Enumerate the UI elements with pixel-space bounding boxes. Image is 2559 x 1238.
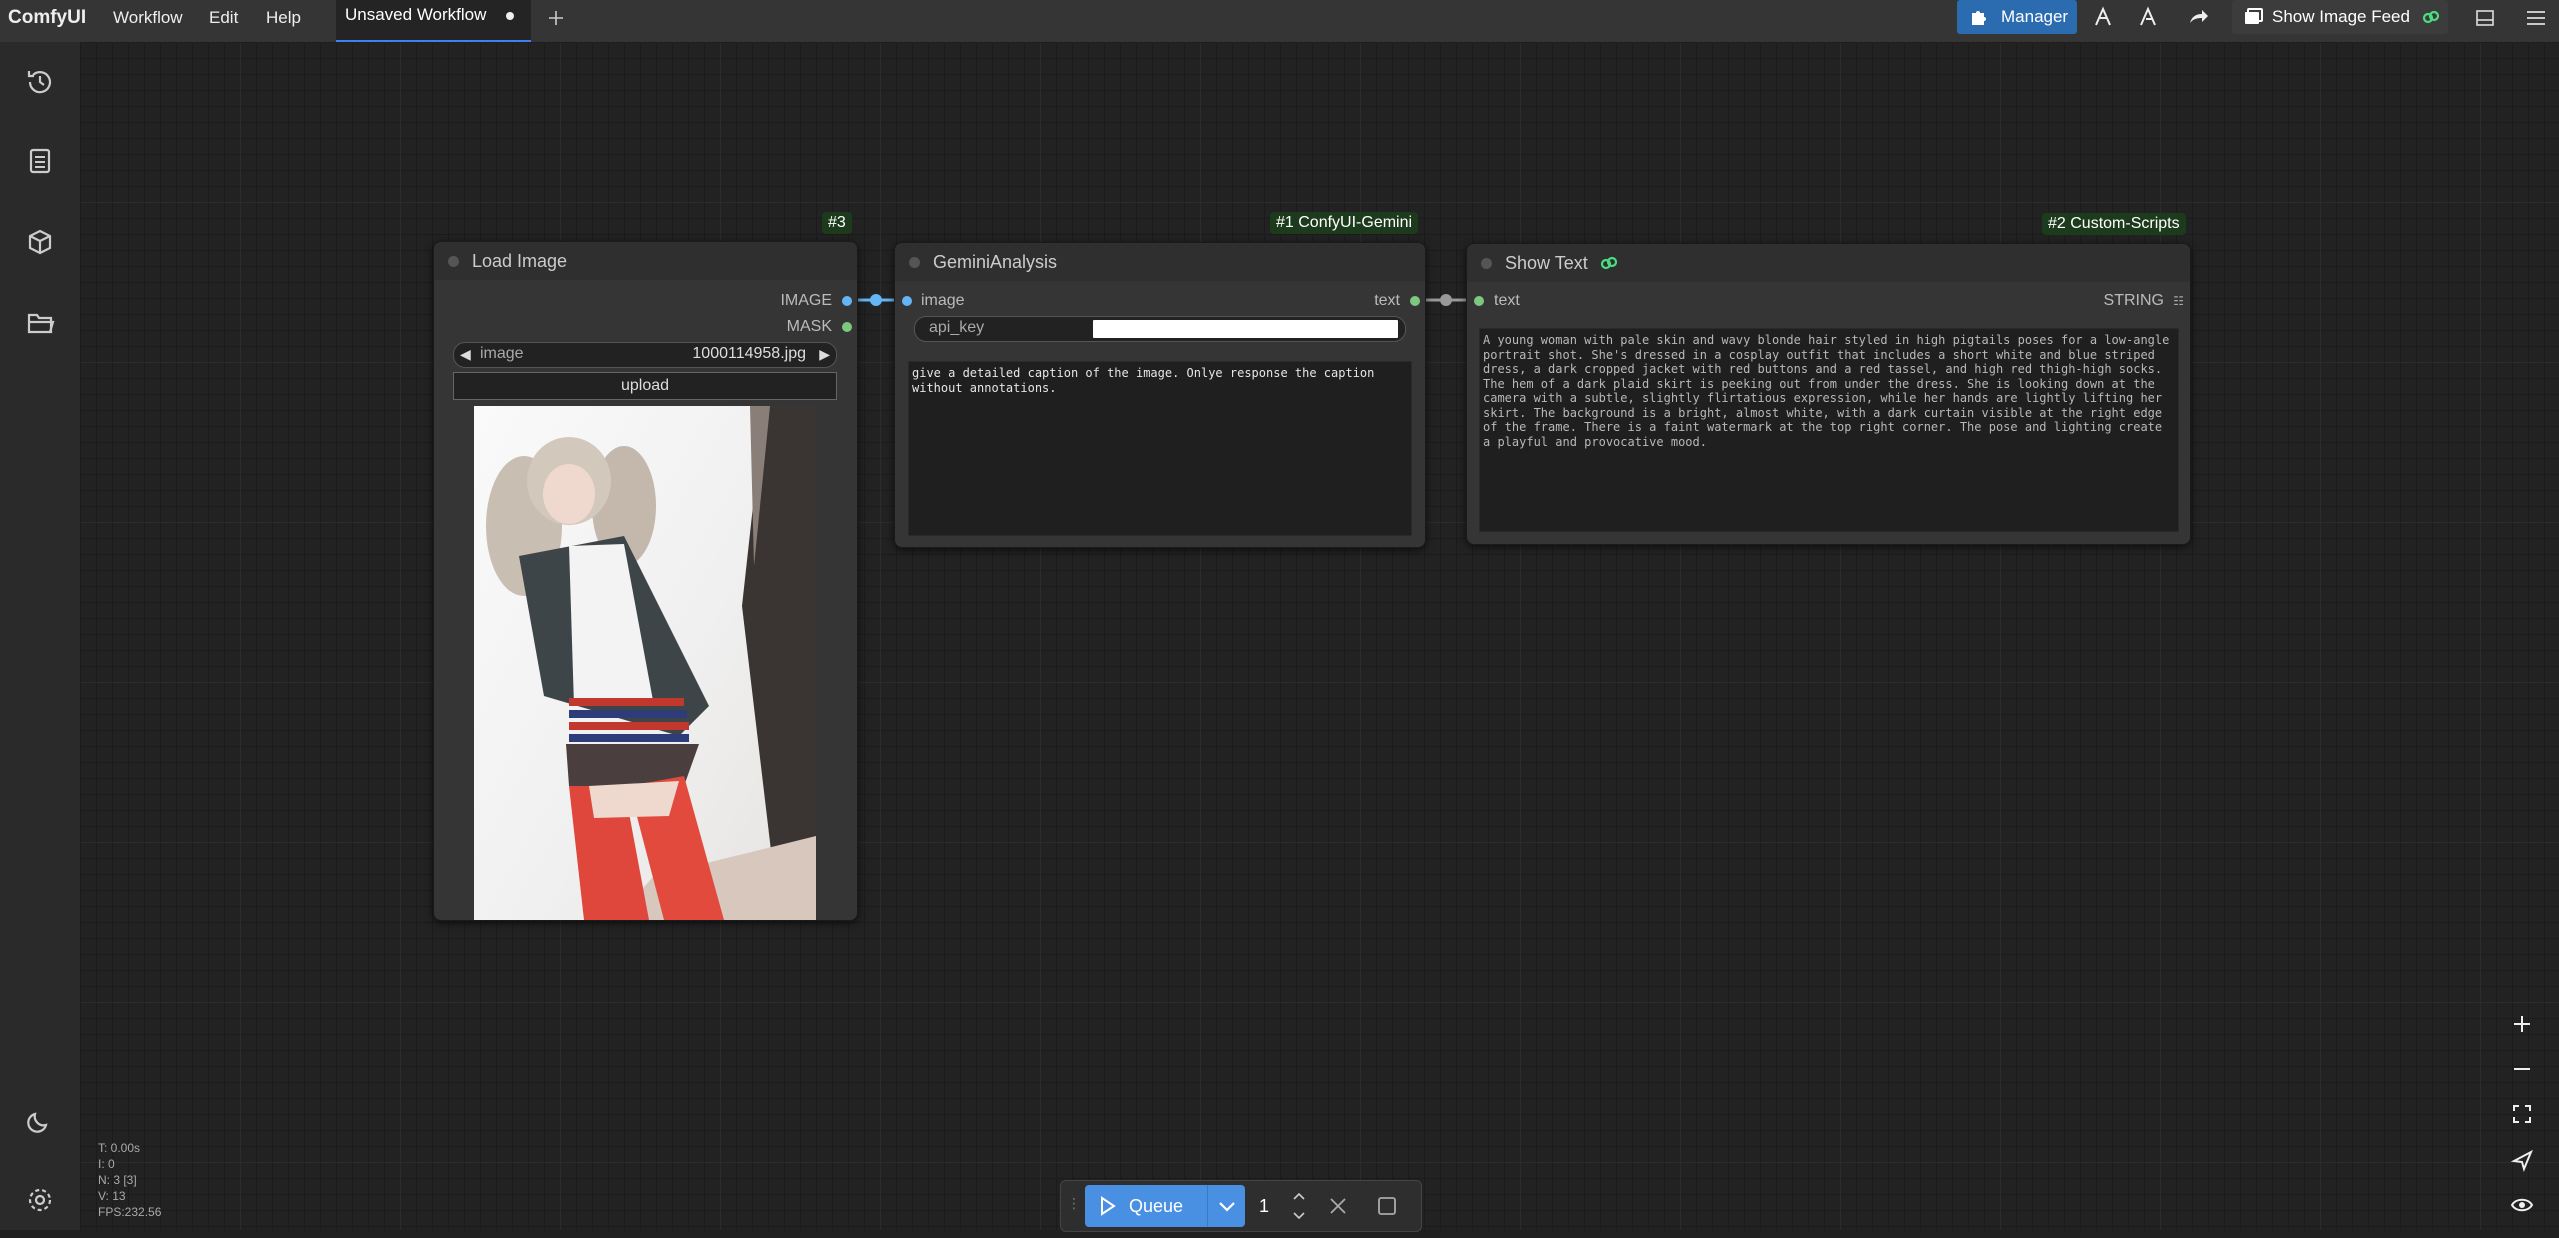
input-text-slot[interactable] xyxy=(1474,296,1484,306)
fit-view-icon[interactable] xyxy=(2502,1094,2542,1134)
stepper-arrows-icon[interactable] xyxy=(1291,1189,1307,1228)
output-image-label: IMAGE xyxy=(780,292,832,309)
image-preview xyxy=(474,406,816,920)
collapse-dot[interactable] xyxy=(448,256,459,267)
node-badge-load-image: #3 xyxy=(822,212,852,234)
node-gemini-analysis[interactable]: GeminiAnalysis image text api_key give a… xyxy=(894,242,1426,548)
drag-handle-icon[interactable]: ⋮ xyxy=(1067,1195,1081,1212)
stat-i: I: 0 xyxy=(98,1157,115,1171)
arrow-right-icon[interactable]: ▶ xyxy=(819,346,830,363)
output-text-display[interactable]: A young woman with pale skin and wavy bl… xyxy=(1479,328,2179,532)
node-title: Show Text xyxy=(1505,253,1588,273)
node-title: Load Image xyxy=(472,251,568,271)
input-text-label: text xyxy=(1494,292,1520,309)
image-widget-label: image xyxy=(480,345,524,362)
queue-label: Queue xyxy=(1129,1196,1184,1216)
node-load-image[interactable]: Load Image IMAGE MASK ◀ image 1000114958… xyxy=(433,241,858,921)
toggle-links-eye-icon[interactable] xyxy=(2502,1185,2542,1225)
chevron-down-icon[interactable] xyxy=(1207,1185,1246,1227)
queue-button[interactable]: Queue xyxy=(1085,1185,1245,1227)
arrow-left-icon[interactable]: ◀ xyxy=(460,346,471,363)
node-show-text[interactable]: Show Text text STRING ☷ A young woman wi… xyxy=(1466,243,2191,545)
output-image-slot[interactable] xyxy=(842,296,852,306)
api-key-widget[interactable]: api_key xyxy=(914,316,1406,342)
output-text-label: text xyxy=(1374,292,1400,309)
stat-time: T: 0.00s xyxy=(98,1141,141,1155)
canvas-stats: T: 0.00s I: 0 N: 3 [3] V: 13 FPS:232.56 xyxy=(98,1140,161,1220)
zoom-out-minus-icon[interactable] xyxy=(2502,1049,2542,1089)
grid-output-icon[interactable]: ☷ xyxy=(2173,294,2184,308)
queue-bar: ⋮ Queue 1 xyxy=(1060,1180,1422,1232)
image-widget-value: 1000114958.jpg xyxy=(692,345,806,362)
collapse-dot[interactable] xyxy=(1481,258,1492,269)
upload-button[interactable]: upload xyxy=(453,372,837,400)
input-image-label: image xyxy=(921,292,965,309)
image-combo-widget[interactable]: ◀ image 1000114958.jpg ▶ xyxy=(453,342,837,368)
node-links xyxy=(845,294,1478,306)
node-badge-gemini: #1 ConfyUI-Gemini xyxy=(1270,212,1419,234)
link-chain-icon xyxy=(1600,254,1618,277)
input-image-slot[interactable] xyxy=(902,296,912,306)
output-mask-label: MASK xyxy=(786,318,832,335)
stat-v: V: 13 xyxy=(98,1189,126,1203)
clear-queue-x-icon[interactable] xyxy=(1327,1195,1349,1222)
node-title-bar[interactable]: Show Text xyxy=(1467,244,2190,282)
api-key-input[interactable] xyxy=(1093,320,1398,338)
prompt-textarea[interactable]: give a detailed caption of the image. On… xyxy=(908,361,1412,536)
collapse-dot[interactable] xyxy=(909,257,920,268)
stat-nodes: N: 3 [3] xyxy=(98,1173,137,1187)
queue-count[interactable]: 1 xyxy=(1259,1181,1269,1231)
api-key-label: api_key xyxy=(929,319,985,336)
node-badge-show-text: #2 Custom-Scripts xyxy=(2042,213,2186,235)
stop-square-icon[interactable] xyxy=(1377,1196,1397,1221)
node-title-bar[interactable]: Load Image xyxy=(434,242,857,280)
node-title-bar[interactable]: GeminiAnalysis xyxy=(895,243,1425,281)
preview-illustration xyxy=(486,406,816,920)
play-icon xyxy=(1099,1196,1117,1221)
stat-fps: FPS:232.56 xyxy=(98,1205,162,1219)
node-title: GeminiAnalysis xyxy=(933,252,1058,272)
select-pointer-icon[interactable] xyxy=(2502,1140,2542,1180)
output-string-label: STRING xyxy=(2103,292,2164,309)
output-mask-slot[interactable] xyxy=(842,322,852,332)
zoom-in-plus-icon[interactable] xyxy=(2502,1004,2542,1044)
output-text-slot[interactable] xyxy=(1410,296,1420,306)
